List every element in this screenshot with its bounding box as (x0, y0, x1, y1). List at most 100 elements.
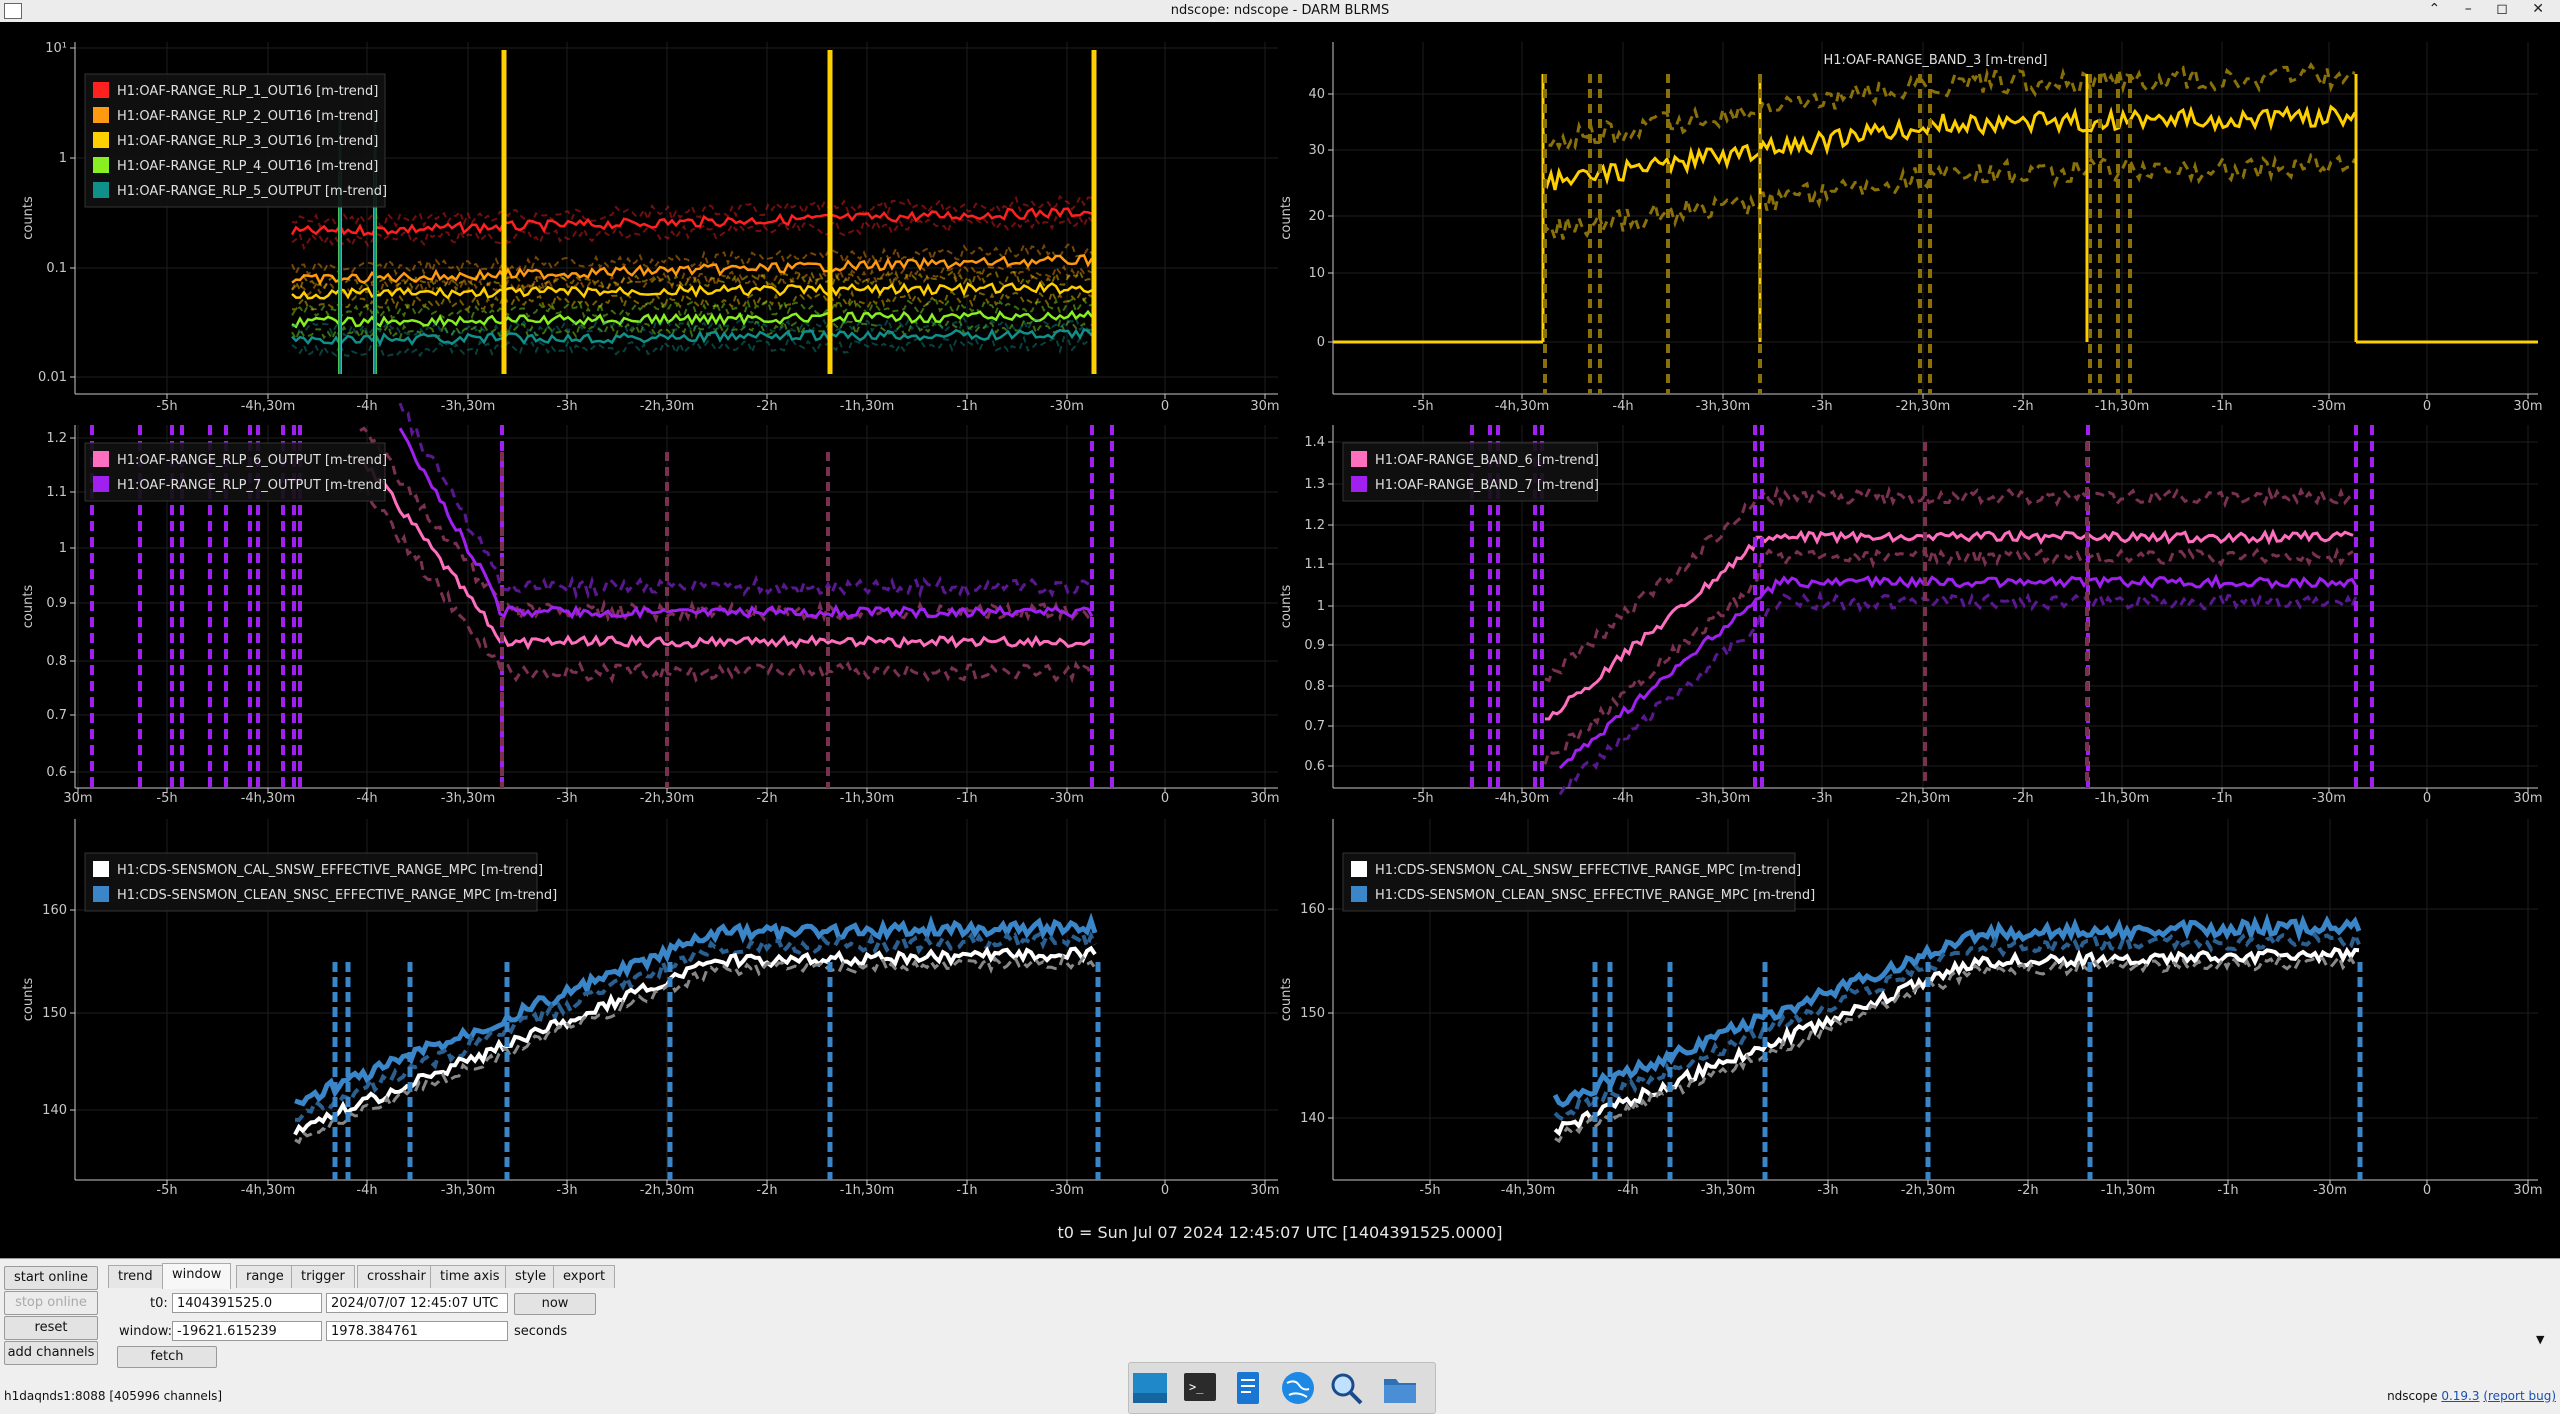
report-bug-link[interactable]: (report bug) (2483, 1389, 2556, 1403)
x-tick-label: 0 (1161, 791, 1169, 806)
x-tick-label: -4h (1617, 1183, 1638, 1198)
tab-trend[interactable]: trend (108, 1265, 163, 1288)
browser-icon[interactable] (1279, 1369, 1317, 1407)
shade-window-icon[interactable]: ⌃ (2429, 1, 2451, 17)
x-tick-label: -1h,30m (2095, 791, 2150, 806)
y-tick-label: 160 (1300, 902, 1325, 917)
close-window-icon[interactable]: ✕ (2532, 1, 2554, 17)
y-axis-label: counts (21, 978, 36, 1022)
x-tick-label: -5h (1412, 791, 1433, 806)
x-tick-label: -5h (1412, 399, 1433, 414)
y-tick-label: 150 (1300, 1006, 1325, 1021)
minimize-window-icon[interactable]: – (2465, 1, 2482, 17)
legend-entry: H1:CDS-SENSMON_CLEAN_SNSC_EFFECTIVE_RANG… (117, 888, 557, 903)
y-tick-label: 40 (1308, 87, 1325, 102)
y-tick-label: 0.9 (1304, 638, 1325, 653)
svg-text:>_: >_ (1189, 1380, 1204, 1394)
t0-gps-input[interactable]: 1404391525.0 (172, 1293, 322, 1313)
tab-style[interactable]: style (505, 1265, 557, 1288)
x-tick-label: 30m (1250, 399, 1279, 414)
now-button[interactable]: now (514, 1293, 596, 1315)
x-tick-label: -4h,30m (1495, 399, 1550, 414)
y-tick-label: 150 (42, 1006, 67, 1021)
desktop-icon[interactable] (1131, 1369, 1169, 1407)
plot-mid-left[interactable]: 30m -5h -4h,30m -4h -3h,30m -3h -2h,30m -2h -1h,… (21, 402, 1280, 806)
legend-entry: H1:OAF-RANGE_RLP_2_OUT16 [m-trend] (117, 109, 378, 124)
x-tick-label: -2h,30m (1896, 399, 1951, 414)
y-tick-label: 140 (42, 1103, 67, 1118)
window-controls: ⌃ – ◻ ✕ (2429, 1, 2554, 17)
plot-top-right[interactable]: -5h -4h,30m -4h -3h,30m -3h -2h,30m -2h -1h,30m… (1279, 42, 2543, 414)
version-link[interactable]: 0.19.3 (2441, 1389, 2479, 1403)
y-tick-label: 20 (1308, 209, 1325, 224)
window-field-label: window: (119, 1324, 172, 1339)
y-tick-label: 0.8 (1304, 679, 1325, 694)
x-tick-label: -3h,30m (441, 1183, 496, 1198)
folder-icon[interactable] (1381, 1369, 1419, 1407)
y-tick-label: 0.6 (46, 765, 67, 780)
x-tick-label: -3h (556, 1183, 577, 1198)
tab-export[interactable]: export (553, 1265, 616, 1288)
x-tick-label: -2h,30m (1901, 1183, 1956, 1198)
start-online-button[interactable]: start online (4, 1266, 98, 1290)
legend-swatch (93, 82, 109, 98)
y-axis-label: counts (21, 196, 36, 240)
tab-trigger[interactable]: trigger (291, 1265, 355, 1288)
x-tick-label: -4h (356, 1183, 377, 1198)
y-tick-label: 1.2 (46, 431, 67, 446)
x-tick-label: 30m (63, 791, 92, 806)
legend-swatch (93, 861, 109, 877)
x-tick-label: 30m (2513, 399, 2542, 414)
x-tick-label: -2h (756, 399, 777, 414)
plot-mid-right[interactable]: -5h -4h,30m -4h -3h,30m -3h -2h,30m -2h -1h,30m… (1279, 425, 2543, 806)
tab-window[interactable]: window (162, 1263, 232, 1289)
y-tick-label: 0.7 (46, 708, 67, 723)
app-name: ndscope (2387, 1389, 2438, 1403)
version-info: ndscope 0.19.3 (report bug) (2387, 1389, 2556, 1403)
fetch-button[interactable]: fetch (117, 1346, 217, 1368)
x-tick-label: -2h,30m (640, 399, 695, 414)
tab-crosshair[interactable]: crosshair (357, 1265, 436, 1288)
legend-entry: H1:OAF-RANGE_BAND_7 [m-trend] (1375, 478, 1599, 493)
add-channels-button[interactable]: add channels (4, 1341, 98, 1365)
legend-entry: H1:OAF-RANGE_RLP_4_OUT16 [m-trend] (117, 159, 378, 174)
x-tick-label: 0 (2423, 791, 2431, 806)
y-tick-label: 0.8 (46, 654, 67, 669)
x-tick-label: -4h (1612, 399, 1633, 414)
x-tick-label: -30m (2312, 791, 2346, 806)
legend-swatch (1351, 451, 1367, 467)
x-tick-label: -1h (2217, 1183, 2238, 1198)
x-tick-label: 30m (2513, 791, 2542, 806)
x-tick-label: -4h (356, 399, 377, 414)
terminal-icon[interactable]: >_ (1181, 1369, 1219, 1407)
x-tick-label: -5h (156, 791, 177, 806)
maximize-window-icon[interactable]: ◻ (2496, 1, 2518, 17)
title-bar: ndscope: ndscope - DARM BLRMS ⌃ – ◻ ✕ (0, 0, 2560, 23)
tab-range[interactable]: range (236, 1265, 294, 1288)
x-tick-label: -4h (356, 791, 377, 806)
reset-button[interactable]: reset (4, 1316, 98, 1340)
plot-bottom-left[interactable]: -5h -4h,30m -4h -3h,30m -3h -2h,30m -2h -1h,30m… (21, 819, 1280, 1198)
x-tick-label: -1h (2211, 399, 2232, 414)
legend-swatch (93, 886, 109, 902)
t0-utc-input[interactable]: 2024/07/07 12:45:07 UTC (326, 1293, 508, 1313)
legend-entry: H1:OAF-RANGE_RLP_6_OUTPUT [m-trend] (117, 453, 387, 468)
tab-time-axis[interactable]: time axis (430, 1265, 510, 1288)
x-tick-label: -2h,30m (640, 1183, 695, 1198)
legend-entry: H1:OAF-RANGE_RLP_3_OUT16 [m-trend] (117, 134, 378, 149)
x-tick-label: 30m (2513, 1183, 2542, 1198)
window-start-input[interactable]: -19621.615239 (172, 1321, 322, 1341)
y-tick-label: 1 (59, 541, 67, 556)
plot-bottom-right[interactable]: -5h -4h,30m -4h -3h,30m -3h -2h,30m -2h -1h,30m… (1279, 819, 2543, 1198)
text-editor-icon[interactable] (1229, 1369, 1267, 1407)
y-tick-label: 10 (1308, 266, 1325, 281)
plot-top-left[interactable]: -5h -4h,30m -4h -3h,30m -3h -2h,30m -2h -1h,30m… (21, 41, 1280, 414)
x-tick-label: -3h (556, 791, 577, 806)
x-tick-label: -1h (956, 399, 977, 414)
y-tick-label: 1 (1317, 599, 1325, 614)
window-end-input[interactable]: 1978.384761 (326, 1321, 508, 1341)
search-icon[interactable] (1327, 1369, 1365, 1407)
channel-count: [405996 channels] (109, 1389, 223, 1403)
collapse-arrow-icon[interactable]: ▼ (2536, 1333, 2544, 1346)
plots-canvas[interactable]: -5h -4h,30m -4h -3h,30m -3h -2h,30m -2h -1h,30m… (0, 22, 2560, 1258)
